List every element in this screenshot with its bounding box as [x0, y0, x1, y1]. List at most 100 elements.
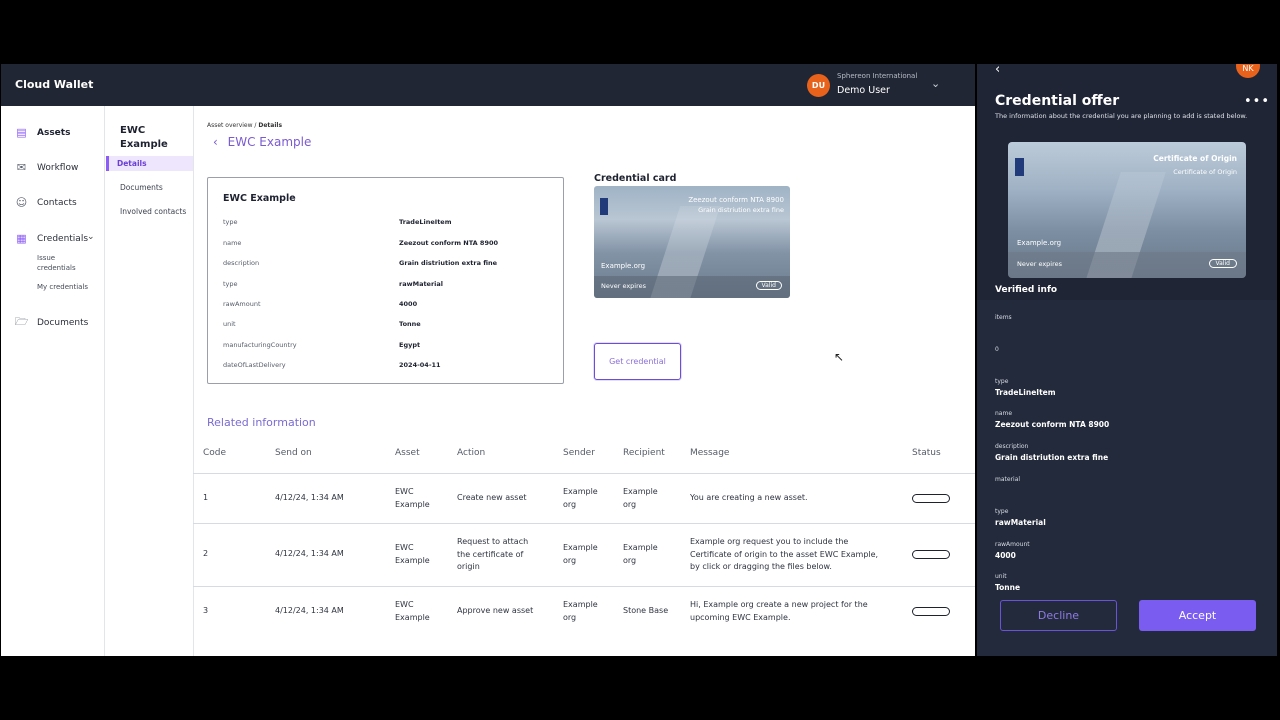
- field-key: name: [995, 410, 1013, 417]
- cell-sender: Example org: [563, 486, 598, 511]
- breadcrumb: Asset overview / Details: [207, 122, 282, 129]
- cell-line: org: [563, 499, 577, 509]
- cell-asset: EWC Example: [395, 486, 430, 511]
- decline-button[interactable]: Decline: [1000, 600, 1117, 631]
- related-information-title: Related information: [207, 416, 316, 429]
- card-issuer: Example.org: [601, 262, 646, 270]
- status-toggle[interactable]: [912, 607, 950, 616]
- cell-message: Hi, Example org create a new project for…: [690, 599, 868, 624]
- sidebar-item-assets[interactable]: ▤ Assets: [15, 126, 70, 139]
- detail-value: 2024-04-11: [399, 361, 441, 369]
- issuer-logo-icon: [1015, 158, 1024, 176]
- status-badge: Valid: [755, 281, 782, 290]
- status-toggle[interactable]: [912, 494, 950, 503]
- card-footer: Never expires Valid: [1008, 252, 1246, 278]
- brand-logo: Cloud Wallet: [15, 78, 94, 91]
- status-toggle[interactable]: [912, 550, 950, 559]
- detail-key: description: [223, 259, 260, 267]
- field-key: material: [995, 476, 1021, 483]
- sidebar-item-documents[interactable]: 🗁 Documents: [15, 315, 89, 329]
- column-header[interactable]: Sender: [563, 448, 595, 458]
- cell-send-on: 4/12/24, 1:34 AM: [275, 493, 344, 502]
- sidebar-item-label: Issue: [37, 254, 56, 262]
- cell-message: You are creating a new asset.: [690, 493, 808, 502]
- detail-card-title: EWC Example: [223, 193, 296, 204]
- column-header[interactable]: Recipient: [623, 448, 665, 458]
- sidebar-item-label: Contacts: [37, 197, 77, 208]
- breadcrumb-parent[interactable]: Asset overview: [207, 122, 253, 129]
- sidebar-item-contacts[interactable]: ☺ Contacts: [15, 196, 77, 209]
- cell-line: Example: [623, 487, 658, 496]
- column-header[interactable]: Message: [690, 448, 729, 458]
- card-expiry: Never expires: [1017, 260, 1063, 268]
- breadcrumb-current: Details: [258, 122, 283, 129]
- detail-key: dateOfLastDelivery: [223, 361, 286, 369]
- cell-recipient: Example org: [623, 486, 658, 511]
- get-credential-button[interactable]: Get credential: [594, 343, 681, 380]
- table-row[interactable]: 1 4/12/24, 1:34 AM EWC Example Create new…: [193, 474, 975, 524]
- back-link[interactable]: ‹ EWC Example: [213, 135, 311, 149]
- column-header[interactable]: Asset: [395, 448, 420, 458]
- subnav-item-documents[interactable]: Documents: [120, 183, 163, 192]
- sidebar-item-my-credentials[interactable]: My credentials: [37, 282, 88, 292]
- table-header: Code Send on Asset Action Sender Recipie…: [193, 448, 975, 474]
- cell-asset: EWC Example: [395, 599, 430, 624]
- field-key: type: [995, 508, 1009, 515]
- cell-line: Example: [563, 600, 598, 609]
- sidebar-item-label: Assets: [37, 127, 71, 138]
- sidebar-item-issue-credentials[interactable]: Issue credentials: [37, 253, 76, 273]
- cell-line: EWC: [395, 600, 414, 609]
- field-key: description: [995, 443, 1029, 450]
- more-icon[interactable]: •••: [1244, 94, 1270, 109]
- credentials-icon: ▦: [16, 232, 27, 245]
- back-chevron-icon: ‹: [213, 135, 218, 149]
- sidebar-item-workflow[interactable]: ✉ Workflow: [15, 161, 78, 174]
- chevron-down-icon[interactable]: ⌄: [87, 232, 95, 242]
- column-header[interactable]: Send on: [275, 448, 312, 458]
- cell-recipient: Stone Base: [623, 606, 669, 615]
- subnav-item-details[interactable]: Details: [106, 156, 193, 171]
- cell-line: upcoming EWC Example.: [690, 612, 791, 622]
- field-key: 0: [995, 346, 999, 353]
- offered-credential-card[interactable]: Certificate of Origin Certificate of Ori…: [1008, 142, 1246, 278]
- cell-line: org: [563, 612, 577, 622]
- user-name[interactable]: Demo User: [837, 85, 890, 96]
- column-header[interactable]: Action: [457, 448, 485, 458]
- issuer-logo-icon: [600, 198, 608, 215]
- column-header[interactable]: Code: [203, 448, 226, 458]
- sidebar-item-credentials[interactable]: ▦ Credentials: [15, 232, 88, 245]
- cell-line: Example: [563, 487, 598, 496]
- asset-title: EWC Example: [120, 125, 168, 150]
- user-avatar[interactable]: DU: [807, 74, 830, 97]
- verified-info-title: Verified info: [995, 285, 1058, 295]
- column-header[interactable]: Status: [912, 448, 941, 458]
- detail-value: 4000: [399, 300, 418, 308]
- back-chevron-icon[interactable]: ‹: [995, 64, 1000, 77]
- field-key: rawAmount: [995, 541, 1030, 548]
- detail-key: name: [223, 239, 242, 247]
- table-row[interactable]: 3 4/12/24, 1:34 AM EWC Example Approve ne…: [193, 587, 975, 639]
- cell-line: Example: [623, 543, 658, 552]
- cell-line: Hi, Example org create a new project for…: [690, 600, 868, 609]
- cell-line: Example: [395, 499, 430, 509]
- cell-line: org: [623, 555, 637, 565]
- subnav-item-involved-contacts[interactable]: Involved contacts: [120, 207, 186, 216]
- sidebar: ▤ Assets ✉ Workflow ☺ Contacts ▦ Credent…: [1, 106, 105, 656]
- chevron-down-icon[interactable]: ⌄: [931, 77, 940, 90]
- cell-sender: Example org: [563, 599, 598, 624]
- credential-card[interactable]: Zeezout conform NTA 8900 Grain distriuti…: [594, 186, 790, 298]
- cloud-wallet-app: Cloud Wallet DU Sphereon International D…: [1, 64, 975, 656]
- accept-button[interactable]: Accept: [1139, 600, 1256, 631]
- detail-key: manufacturingCountry: [223, 341, 297, 349]
- asset-subnav: EWC Example Details Documents Involved c…: [106, 106, 194, 656]
- cell-send-on: 4/12/24, 1:34 AM: [275, 549, 344, 558]
- cell-line: org: [563, 555, 577, 565]
- workflow-icon: ✉: [16, 161, 27, 174]
- cell-action: Approve new asset: [457, 606, 534, 615]
- table-row[interactable]: 2 4/12/24, 1:34 AM EWC Example Request to…: [193, 524, 975, 587]
- cell-action: Create new asset: [457, 493, 527, 502]
- cell-line: origin: [457, 562, 480, 571]
- detail-value: Tonne: [399, 320, 421, 328]
- cell-asset: EWC Example: [395, 542, 430, 567]
- cell-line: org: [623, 499, 637, 509]
